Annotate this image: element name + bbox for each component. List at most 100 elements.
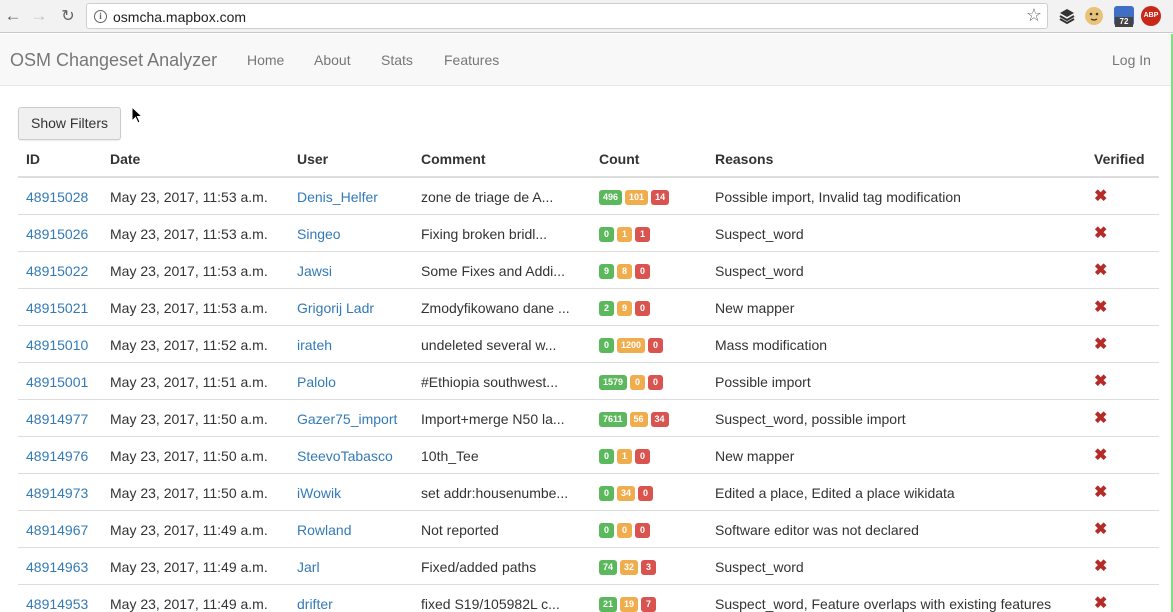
count-badges: 21 19 7: [599, 597, 657, 612]
user-link[interactable]: Palolo: [297, 374, 336, 390]
changeset-id-link[interactable]: 48914977: [26, 411, 88, 427]
table-row[interactable]: 48914977 May 23, 2017, 11:50 a.m. Gazer75_…: [18, 400, 1159, 437]
user-link[interactable]: Jarl: [297, 559, 320, 575]
url-text[interactable]: osmcha.mapbox.com: [113, 9, 246, 25]
delete-count-badge: 14: [651, 190, 670, 205]
delete-count-badge: 3: [641, 560, 657, 575]
layers-extension-icon[interactable]: [1057, 6, 1077, 26]
counter-extension-icon[interactable]: 72: [1114, 6, 1134, 27]
user-link[interactable]: iWowik: [297, 485, 341, 501]
changeset-comment: zone de triage de A...: [421, 189, 554, 205]
changeset-id-link[interactable]: 48914967: [26, 522, 88, 538]
user-link[interactable]: Gazer75_import: [297, 411, 397, 427]
delete-count-badge: 1: [635, 227, 650, 242]
table-row[interactable]: 48915028 May 23, 2017, 11:53 a.m. Denis_He…: [18, 178, 1159, 215]
changeset-id-link[interactable]: 48914953: [26, 596, 88, 612]
nav-home[interactable]: Home: [247, 52, 284, 68]
modify-count-badge: 1200: [617, 338, 646, 353]
changeset-comment: Fixing broken bridl...: [421, 226, 548, 242]
user-link[interactable]: SteevoTabasco: [297, 448, 393, 464]
nav-features[interactable]: Features: [444, 52, 499, 68]
modify-count-badge: 34: [617, 486, 636, 501]
not-verified-icon: ✖: [1094, 188, 1108, 205]
create-count-badge: 0: [599, 338, 614, 353]
changeset-comment: Some Fixes and Addi...: [421, 263, 565, 279]
create-count-badge: 0: [599, 449, 614, 464]
changeset-id-link[interactable]: 48915021: [26, 300, 88, 316]
nav-stats[interactable]: Stats: [381, 52, 413, 68]
nav-about[interactable]: About: [314, 52, 351, 68]
info-icon[interactable]: i: [94, 10, 107, 23]
extension-badge: 72: [1115, 17, 1133, 27]
header-date[interactable]: Date: [110, 151, 140, 167]
back-arrow-icon[interactable]: ←: [2, 5, 24, 27]
table-row[interactable]: 48914963 May 23, 2017, 11:49 a.m. Jarl Fixe…: [18, 548, 1159, 585]
not-verified-icon: ✖: [1094, 225, 1108, 242]
table-row[interactable]: 48914976 May 23, 2017, 11:50 a.m. SteevoTa…: [18, 437, 1159, 474]
create-count-badge: 0: [599, 486, 614, 501]
create-count-badge: 2: [599, 301, 614, 316]
table-row[interactable]: 48915010 May 23, 2017, 11:52 a.m. irateh un…: [18, 326, 1159, 363]
adblock-extension-icon[interactable]: ABP: [1141, 6, 1161, 26]
table-row[interactable]: 48915021 May 23, 2017, 11:53 a.m. Grigorij…: [18, 289, 1159, 326]
face-extension-icon[interactable]: [1085, 7, 1103, 25]
header-comment[interactable]: Comment: [421, 151, 486, 167]
table-row[interactable]: 48914967 May 23, 2017, 11:49 a.m. Rowland N…: [18, 511, 1159, 548]
changeset-comment: undeleted several w...: [421, 337, 557, 353]
count-badges: 011: [599, 227, 650, 242]
changeset-comment: Not reported: [421, 522, 499, 538]
changeset-id-link[interactable]: 48915010: [26, 337, 88, 353]
table-row[interactable]: 48915026 May 23, 2017, 11:53 a.m. Singeo Fi…: [18, 215, 1159, 252]
not-verified-icon: ✖: [1094, 299, 1108, 316]
table-row[interactable]: 48915001 May 23, 2017, 11:51 a.m. Palolo #E…: [18, 363, 1159, 400]
changeset-comment: Fixed/added paths: [421, 559, 537, 575]
show-filters-button[interactable]: Show Filters: [18, 107, 121, 140]
user-link[interactable]: Denis_Helfer: [297, 189, 378, 205]
create-count-badge: 496: [599, 190, 623, 205]
changeset-id-link[interactable]: 48915028: [26, 189, 88, 205]
delete-count-badge: 34: [650, 412, 669, 427]
header-user[interactable]: User: [297, 151, 328, 167]
forward-arrow-icon[interactable]: →: [28, 5, 50, 27]
table-header: ID Date User Comment Count Reasons Verif…: [18, 140, 1159, 178]
changeset-id-link[interactable]: 48915026: [26, 226, 88, 242]
changeset-id-link[interactable]: 48914973: [26, 485, 88, 501]
user-link[interactable]: drifter: [297, 596, 333, 612]
reasons-text: Suspect_word, Feature overlaps with exis…: [715, 596, 1052, 612]
modify-count-badge: 101: [625, 190, 649, 205]
count-badges: 0 1200 0: [599, 338, 664, 353]
modify-count-badge: 1: [617, 449, 632, 464]
header-verified[interactable]: Verified: [1094, 151, 1145, 167]
changeset-id-link[interactable]: 48914976: [26, 448, 88, 464]
table-row[interactable]: 48915022 May 23, 2017, 11:53 a.m. Jawsi Som…: [18, 252, 1159, 289]
login-link[interactable]: Log In: [1112, 52, 1151, 68]
brand-title[interactable]: OSM Changeset Analyzer: [10, 50, 217, 71]
count-badges: 290: [599, 301, 650, 316]
user-link[interactable]: irateh: [297, 337, 332, 353]
header-reasons[interactable]: Reasons: [715, 151, 773, 167]
modify-count-badge: 19: [620, 597, 639, 612]
modify-count-badge: 0: [630, 375, 646, 390]
bookmark-star-icon[interactable]: ☆: [1026, 5, 1042, 26]
table-row[interactable]: 48914973 May 23, 2017, 11:50 a.m. iWowik se…: [18, 474, 1159, 511]
changeset-id-link[interactable]: 48915022: [26, 263, 88, 279]
not-verified-icon: ✖: [1094, 262, 1108, 279]
user-link[interactable]: Jawsi: [297, 263, 332, 279]
user-link[interactable]: Singeo: [297, 226, 341, 242]
changeset-date: May 23, 2017, 11:51 a.m.: [110, 374, 268, 390]
user-link[interactable]: Rowland: [297, 522, 351, 538]
changeset-id-link[interactable]: 48914963: [26, 559, 88, 575]
user-link[interactable]: Grigorij Ladr: [297, 300, 374, 316]
table-row[interactable]: 48914953 May 23, 2017, 11:49 a.m. drifter f…: [18, 585, 1159, 612]
modify-count-badge: 9: [617, 301, 632, 316]
reasons-text: Software editor was not declared: [715, 522, 919, 538]
address-bar[interactable]: i osmcha.mapbox.com ☆: [86, 3, 1048, 29]
header-count[interactable]: Count: [599, 151, 639, 167]
header-id[interactable]: ID: [26, 151, 40, 167]
reasons-text: Possible import: [715, 374, 811, 390]
count-badges: 980: [599, 264, 650, 279]
changeset-comment: #Ethiopia southwest...: [421, 374, 558, 390]
reload-icon[interactable]: ↻: [57, 5, 79, 27]
changeset-id-link[interactable]: 48915001: [26, 374, 88, 390]
delete-count-badge: 0: [635, 449, 650, 464]
